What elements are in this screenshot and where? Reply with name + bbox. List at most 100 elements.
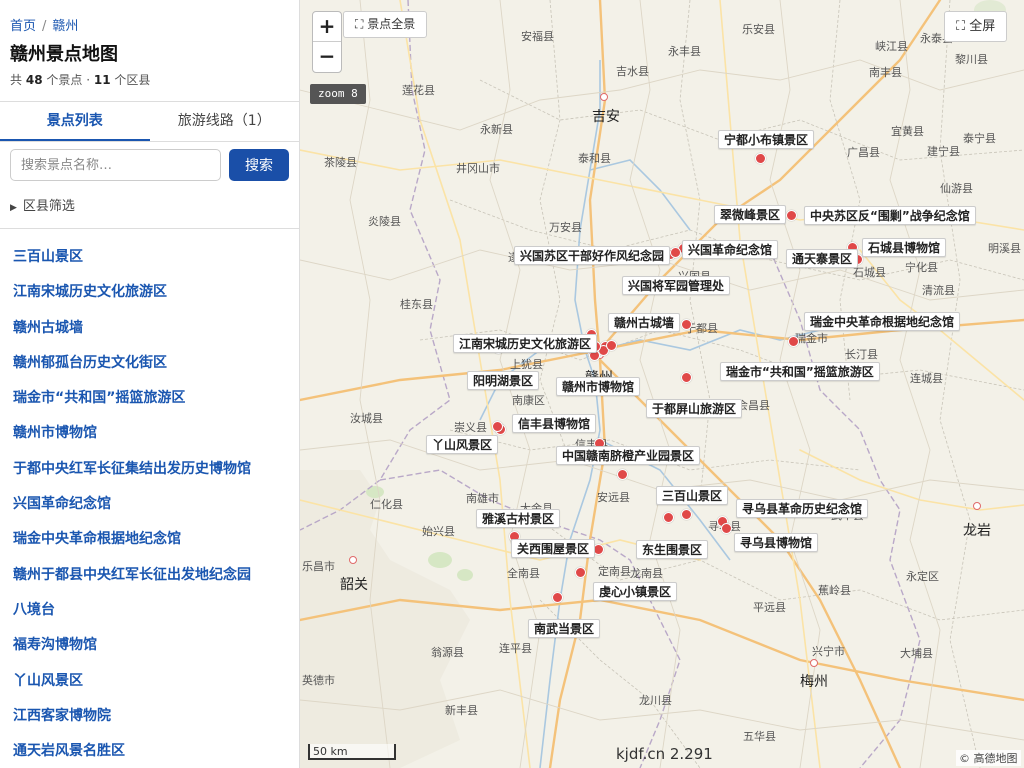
city-label: 广昌县 <box>847 146 880 159</box>
spot-marker-icon[interactable] <box>721 523 732 534</box>
spot-marker-icon[interactable] <box>670 247 681 258</box>
zoom-control: + − <box>312 11 342 73</box>
spot-list-item[interactable]: 江西客家博物院 <box>0 699 299 734</box>
spot-marker-icon[interactable] <box>681 319 692 330</box>
spot-label[interactable]: 石城县博物馆 <box>862 238 947 257</box>
city-label: 韶关 <box>340 577 368 593</box>
breadcrumb-current-link[interactable]: 赣州 <box>52 19 78 34</box>
city-label: 乐安县 <box>742 23 775 36</box>
city-label: 南雄市 <box>466 492 499 505</box>
city-label: 瑞金市 <box>795 332 828 345</box>
city-label: 万安县 <box>549 221 582 234</box>
spot-label[interactable]: 南武当景区 <box>528 619 601 638</box>
spot-label[interactable]: 兴国苏区干部好作风纪念园 <box>514 246 671 265</box>
city-label: 宁化县 <box>905 261 938 274</box>
spot-marker-icon[interactable] <box>492 421 503 432</box>
city-label: 建宁县 <box>927 145 960 158</box>
watermark: kjdf.cn 2.291 <box>616 745 713 763</box>
spot-list-item[interactable]: 瑞金中央革命根据地纪念馆 <box>0 522 299 557</box>
spot-label[interactable]: 三百山景区 <box>656 486 729 505</box>
spot-label[interactable]: 中央苏区反“围剿”战争纪念馆 <box>804 206 976 225</box>
city-label: 龙岩 <box>963 523 991 539</box>
city-label: 桂东县 <box>400 298 433 311</box>
spot-label[interactable]: 信丰县博物馆 <box>512 414 597 433</box>
search-button[interactable]: 搜索 <box>229 149 289 181</box>
spot-list-item[interactable]: 赣州古城墙 <box>0 311 299 346</box>
spot-list-item[interactable]: 赣州郁孤台历史文化街区 <box>0 346 299 381</box>
spot-label[interactable]: 丫山风景区 <box>426 435 499 454</box>
spot-list-item[interactable]: 福寿沟博物馆 <box>0 628 299 663</box>
tab-travel-routes[interactable]: 旅游线路（1） <box>150 102 300 141</box>
zoom-out-button[interactable]: − <box>313 42 341 72</box>
city-label: 翁源县 <box>431 646 464 659</box>
overview-label: 景点全景 <box>367 17 416 31</box>
spot-marker-icon[interactable] <box>681 509 692 520</box>
spot-list-item[interactable]: 江南宋城历史文化旅游区 <box>0 275 299 310</box>
spot-marker-icon[interactable] <box>552 592 563 603</box>
city-label: 上犹县 <box>510 358 543 371</box>
breadcrumb-home-link[interactable]: 首页 <box>10 19 36 34</box>
spot-label[interactable]: 翠微峰景区 <box>714 205 787 224</box>
spot-label[interactable]: 江南宋城历史文化旅游区 <box>453 334 598 353</box>
overview-button[interactable]: ⛶ 景点全景 <box>343 11 428 38</box>
spot-label[interactable]: 瑞金市“共和国”摇篮旅游区 <box>720 362 880 381</box>
spot-list-item[interactable]: 通天岩风景名胜区 <box>0 734 299 768</box>
spot-marker-icon[interactable] <box>617 469 628 480</box>
spot-list-item[interactable]: 三百山景区 <box>0 240 299 275</box>
spot-label[interactable]: 瑞金中央革命根据地纪念馆 <box>804 312 961 331</box>
spot-marker-icon[interactable] <box>681 372 692 383</box>
spot-label[interactable]: 寻乌县博物馆 <box>734 533 819 552</box>
spot-label[interactable]: 虔心小镇景区 <box>593 582 678 601</box>
spot-label[interactable]: 赣州市博物馆 <box>556 377 641 396</box>
spot-label[interactable]: 通天寨景区 <box>786 249 859 268</box>
spot-label[interactable]: 兴国革命纪念馆 <box>682 240 779 259</box>
city-label: 茶陵县 <box>324 156 357 169</box>
city-label: 长汀县 <box>845 348 878 361</box>
search-input[interactable] <box>10 149 221 181</box>
breadcrumb-separator: / <box>42 19 47 34</box>
spot-marker-icon[interactable] <box>575 567 586 578</box>
spot-label[interactable]: 中国赣南脐橙产业园景区 <box>556 446 701 465</box>
spots-unit: 个景点 · <box>46 73 91 87</box>
sidebar: 首页 / 赣州 赣州景点地图 共 48 个景点 · 11 个区县 景点列表 旅游线路… <box>0 0 300 768</box>
tab-bar: 景点列表 旅游线路（1） <box>0 101 299 142</box>
spot-list-item[interactable]: 丫山风景区 <box>0 664 299 699</box>
spot-list-item[interactable]: 赣州于都县中央红军长征出发地纪念园 <box>0 558 299 593</box>
city-dot-icon <box>810 659 818 667</box>
tab-spot-list[interactable]: 景点列表 <box>0 102 150 141</box>
spot-label[interactable]: 阳明湖景区 <box>467 371 540 390</box>
spot-list-item[interactable]: 兴国革命纪念馆 <box>0 487 299 522</box>
district-filter-toggle[interactable]: ▶ 区县筛选 <box>10 195 75 214</box>
spot-label[interactable]: 赣州古城墙 <box>608 313 681 332</box>
spot-marker-icon[interactable] <box>786 210 797 221</box>
spot-label[interactable]: 兴国将军园管理处 <box>622 276 731 295</box>
spot-label[interactable]: 雅溪古村景区 <box>476 509 561 528</box>
spot-list-item[interactable]: 八境台 <box>0 593 299 628</box>
map-attribution: © 高德地图 <box>956 750 1021 766</box>
spot-label[interactable]: 寻乌县革命历史纪念馆 <box>736 499 869 518</box>
spot-marker-icon[interactable] <box>788 336 799 347</box>
city-label: 炎陵县 <box>368 215 401 228</box>
city-label: 井冈山市 <box>456 162 500 175</box>
spot-list-item[interactable]: 瑞金市“共和国”摇篮旅游区 <box>0 381 299 416</box>
spot-label[interactable]: 于都屏山旅游区 <box>646 399 743 418</box>
spot-marker-icon[interactable] <box>606 340 617 351</box>
city-label: 永定区 <box>906 570 939 583</box>
spot-list-item[interactable]: 赣州市博物馆 <box>0 416 299 451</box>
zoom-in-button[interactable]: + <box>313 12 341 42</box>
spot-label[interactable]: 关西围屋景区 <box>511 539 596 558</box>
spot-list-item[interactable]: 于都中央红军长征集结出发历史博物馆 <box>0 452 299 487</box>
spot-marker-icon[interactable] <box>755 153 766 164</box>
city-label: 连平县 <box>499 642 532 655</box>
spot-label[interactable]: 宁都小布镇景区 <box>718 130 815 149</box>
spot-label[interactable]: 东生围景区 <box>636 540 709 559</box>
fullscreen-button[interactable]: ⛶ 全屏 <box>944 11 1008 42</box>
map-view[interactable]: 安福县 永丰县 乐安县 吉水县 南丰县 黎川县 莲花县 吉安 永新县 宜黄县 泰宁县 茶陵县 井冈山市 泰… <box>300 0 1024 768</box>
zoom-level-badge: zoom 8 <box>310 84 366 104</box>
stats-line: 共 48 个景点 · 11 个区县 <box>10 71 150 88</box>
city-label: 明溪县 <box>988 242 1021 255</box>
city-label: 安福县 <box>521 30 554 43</box>
city-label: 始兴县 <box>422 525 455 538</box>
spot-marker-icon[interactable] <box>663 512 674 523</box>
spots-count: 48 <box>25 73 43 87</box>
